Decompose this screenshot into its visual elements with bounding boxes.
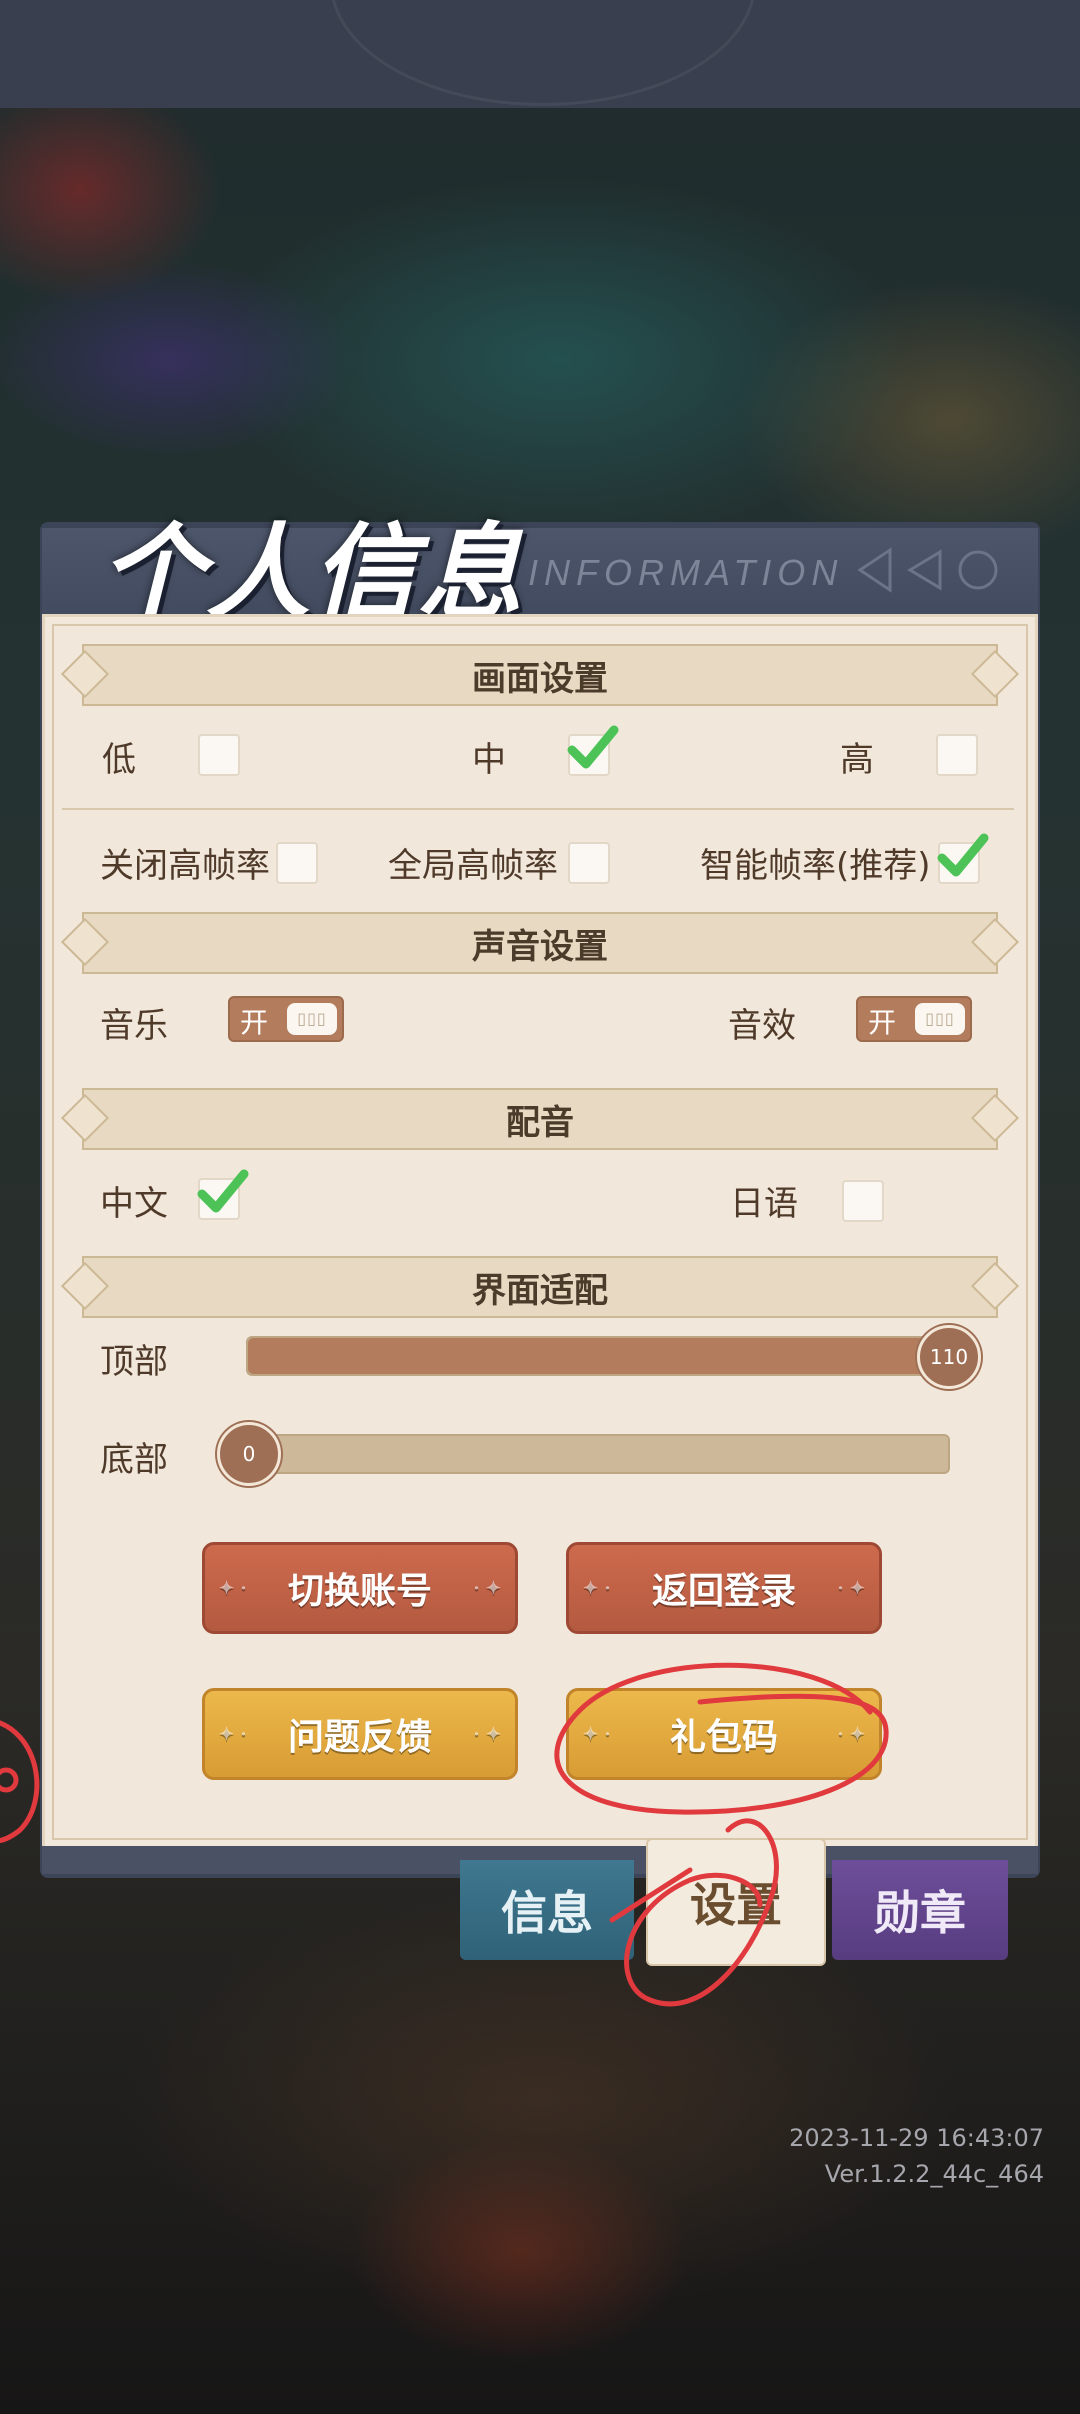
sparkle-icon: ✦ ·	[583, 1577, 611, 1599]
tab-medal[interactable]: 勋章	[832, 1860, 1008, 1960]
sparkle-icon: · ✦	[473, 1723, 501, 1745]
voice-japanese-label: 日语	[730, 1184, 798, 1224]
sparkle-icon: ✦ ·	[219, 1723, 247, 1745]
section-header-sound: 声音设置	[82, 912, 998, 974]
voice-chinese-label: 中文	[100, 1184, 168, 1224]
tab-info[interactable]: 信息	[460, 1860, 634, 1960]
sparkle-icon: ✦ ·	[219, 1577, 247, 1599]
timestamp: 2023-11-29 16:43:07	[789, 2124, 1044, 2152]
top-margin-label: 顶部	[100, 1342, 168, 1382]
version-label: Ver.1.2.2_44c_464	[824, 2160, 1044, 2188]
bottom-margin-label: 底部	[100, 1440, 168, 1480]
switch-account-button[interactable]: ✦ · 切换账号 · ✦	[202, 1542, 518, 1634]
section-header-ui-adapt: 界面适配	[82, 1256, 998, 1318]
voice-japanese-checkbox[interactable]	[842, 1180, 884, 1222]
quality-high-checkbox[interactable]	[936, 734, 978, 776]
sparkle-icon: · ✦	[837, 1577, 865, 1599]
top-margin-fill	[248, 1338, 950, 1374]
divider	[62, 808, 1014, 810]
quality-high-label: 高	[840, 740, 874, 780]
framerate-smart-label: 智能帧率(推荐)	[700, 846, 931, 886]
sparkle-icon: ✦ ·	[583, 1723, 611, 1745]
sparkle-icon: · ✦	[837, 1723, 865, 1745]
sfx-toggle-state: 开	[868, 1006, 897, 1039]
sparkle-icon: · ✦	[473, 1577, 501, 1599]
switch-account-label: 切换账号	[287, 1570, 432, 1612]
check-icon	[197, 1169, 249, 1213]
check-icon	[937, 833, 989, 877]
bottom-margin-thumb[interactable]: 0	[217, 1422, 281, 1486]
return-login-button[interactable]: ✦ · 返回登录 · ✦	[566, 1542, 882, 1634]
sfx-label: 音效	[728, 1006, 796, 1046]
framerate-off-label: 关闭高帧率	[100, 846, 270, 886]
toggle-knob-icon: ▯▯▯	[915, 1003, 965, 1035]
settings-panel	[42, 614, 1038, 1850]
music-label: 音乐	[100, 1006, 168, 1046]
quality-medium-label: 中	[472, 740, 506, 780]
header-ornament-icon	[857, 547, 998, 593]
sfx-toggle[interactable]: 开 ▯▯▯	[856, 996, 972, 1042]
music-toggle[interactable]: 开 ▯▯▯	[228, 996, 344, 1042]
top-margin-slider[interactable]	[246, 1336, 952, 1376]
framerate-off-checkbox[interactable]	[276, 842, 318, 884]
feedback-label: 问题反馈	[287, 1716, 432, 1758]
check-icon	[567, 725, 619, 769]
quality-low-label: 低	[102, 740, 136, 780]
top-bar	[0, 0, 1080, 108]
quality-low-checkbox[interactable]	[198, 734, 240, 776]
gift-code-label: 礼包码	[669, 1716, 778, 1758]
page-subtitle: INFORMATION	[528, 552, 844, 593]
gift-code-button[interactable]: ✦ · 礼包码 · ✦	[566, 1688, 882, 1780]
tab-settings[interactable]: 设置	[646, 1838, 826, 1966]
return-login-label: 返回登录	[651, 1570, 796, 1612]
section-header-graphics: 画面设置	[82, 644, 998, 706]
framerate-global-checkbox[interactable]	[568, 842, 610, 884]
framerate-global-label: 全局高帧率	[388, 846, 558, 886]
top-margin-thumb[interactable]: 110	[917, 1325, 981, 1389]
section-header-voice: 配音	[82, 1088, 998, 1150]
bottom-margin-slider[interactable]	[246, 1434, 950, 1474]
toggle-knob-icon: ▯▯▯	[287, 1003, 337, 1035]
music-toggle-state: 开	[240, 1006, 269, 1039]
sigil-decoration	[330, 0, 756, 106]
feedback-button[interactable]: ✦ · 问题反馈 · ✦	[202, 1688, 518, 1780]
